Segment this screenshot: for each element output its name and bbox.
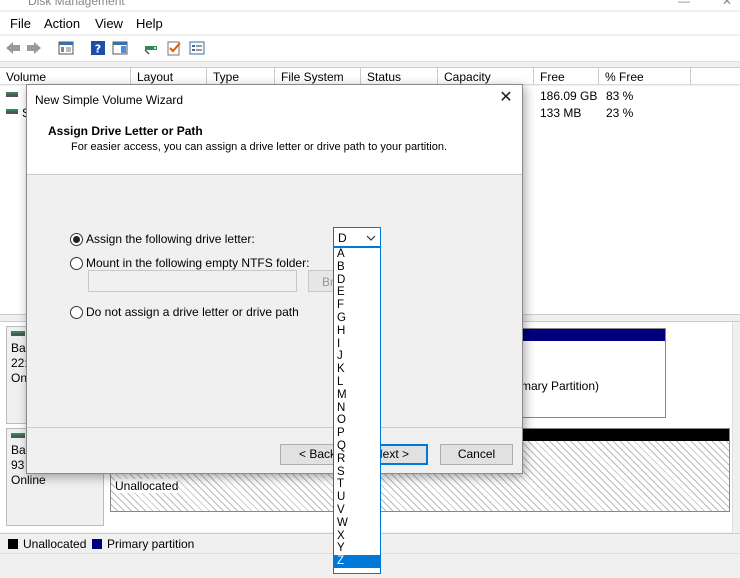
checklist-icon[interactable] [166,40,182,56]
window-title: Disk Management [28,0,125,8]
help-icon[interactable]: ? [90,40,106,56]
action-pane-icon[interactable] [112,40,128,56]
col-capacity[interactable]: Capacity [438,68,534,85]
disk-map-scrollbar[interactable] [732,322,740,532]
new-simple-volume-wizard: New Simple Volume Wizard ✕ Assign Drive … [26,84,523,474]
drive-option-highlighted[interactable]: Z [334,555,380,568]
drive-option[interactable]: J [334,350,380,363]
toolbar: ? [0,36,740,62]
back-icon[interactable] [5,40,21,56]
drive-option[interactable]: X [334,530,380,543]
menu-file[interactable]: File [10,16,31,31]
disk-status: Online [11,473,46,487]
svg-text:?: ? [95,43,101,56]
wizard-title: New Simple Volume Wizard [35,93,184,107]
drive-option[interactable]: M [334,389,380,402]
col-status[interactable]: Status [361,68,438,85]
radio-mount-folder-label[interactable]: Mount in the following empty NTFS folder… [86,256,309,270]
menu-help[interactable]: Help [136,16,163,31]
drive-option[interactable]: I [334,338,380,351]
free-space: 186.09 GB [540,89,598,103]
console-tree-icon[interactable] [58,40,74,56]
wizard-body: Assign the following drive letter: Mount… [27,176,522,426]
disk-icon [11,331,25,336]
drive-option[interactable]: R [334,453,380,466]
menu-action[interactable]: Action [44,16,80,31]
volume-icon [6,92,18,97]
volume-table-header: Volume Layout Type File System Status Ca… [0,67,740,98]
minimize-button[interactable]: — [678,0,690,8]
radio-assign-letter[interactable] [70,233,83,246]
drive-option[interactable]: V [334,504,380,517]
volume-icon [6,109,18,114]
chevron-down-icon [366,235,376,241]
radio-assign-letter-label[interactable]: Assign the following drive letter: [86,232,255,246]
window-title-bar: Disk Management — ✕ [0,0,740,10]
drive-letter-dropdown-list: A B D E F G H I J K L M N O P Q R S T U … [333,247,381,574]
drive-option[interactable]: A [334,248,380,261]
col-file-system[interactable]: File System [275,68,361,85]
legend-swatch-primary [92,539,102,549]
col-volume[interactable]: Volume [0,68,131,85]
col-pct-free[interactable]: % Free [599,68,691,85]
drive-option[interactable]: H [334,325,380,338]
disk-icon [11,433,25,438]
legend-swatch-unallocated [8,539,18,549]
drive-option[interactable]: S [334,466,380,479]
drive-option[interactable]: W [334,517,380,530]
drive-option[interactable]: D [334,274,380,287]
drive-option[interactable]: P [334,427,380,440]
drive-option[interactable]: L [334,376,380,389]
pct-free: 83 % [606,89,634,103]
wizard-separator [27,427,522,428]
pct-free: 23 % [606,106,634,120]
col-type[interactable]: Type [207,68,275,85]
partition-label: Unallocated [115,479,179,493]
legend-label-unallocated: Unallocated [23,537,87,551]
close-window-button[interactable]: ✕ [722,0,732,8]
col-free-space[interactable]: Free Spa... [534,68,599,98]
drive-option[interactable]: T [334,478,380,491]
drive-option[interactable]: F [334,299,380,312]
col-layout[interactable]: Layout [131,68,207,85]
wizard-title-bar: New Simple Volume Wizard ✕ [27,85,522,113]
close-icon[interactable]: ✕ [496,88,516,108]
drive-letter-select[interactable]: D [333,227,381,247]
cancel-button[interactable]: Cancel [440,444,513,465]
menu-view[interactable]: View [95,16,123,31]
drive-option[interactable]: Y [334,542,380,555]
folder-path-input[interactable] [88,270,297,292]
drive-option[interactable]: N [334,402,380,415]
legend-label-primary: Primary partition [107,537,195,551]
wizard-header: Assign Drive Letter or Path For easier a… [27,113,522,175]
drive-option[interactable]: B [334,261,380,274]
drive-option[interactable]: O [334,414,380,427]
radio-mount-folder[interactable] [70,257,83,270]
free-space: 133 MB [540,106,582,120]
drive-option[interactable]: E [334,286,380,299]
wizard-heading: Assign Drive Letter or Path [48,124,203,138]
wizard-subheading: For easier access, you can assign a driv… [71,141,448,153]
radio-no-letter[interactable] [70,306,83,319]
connect-disk-icon[interactable] [143,40,159,56]
drive-option[interactable]: G [334,312,380,325]
properties-icon[interactable] [189,40,205,56]
partition-label: mary Partition) [521,379,600,393]
forward-icon[interactable] [26,40,42,56]
drive-letter-value: D [338,231,347,245]
drive-option[interactable]: U [334,491,380,504]
radio-no-letter-label[interactable]: Do not assign a drive letter or drive pa… [86,305,299,319]
drive-option[interactable]: Q [334,440,380,453]
drive-option[interactable]: K [334,363,380,376]
menu-bar: File Action View Help [0,12,740,34]
